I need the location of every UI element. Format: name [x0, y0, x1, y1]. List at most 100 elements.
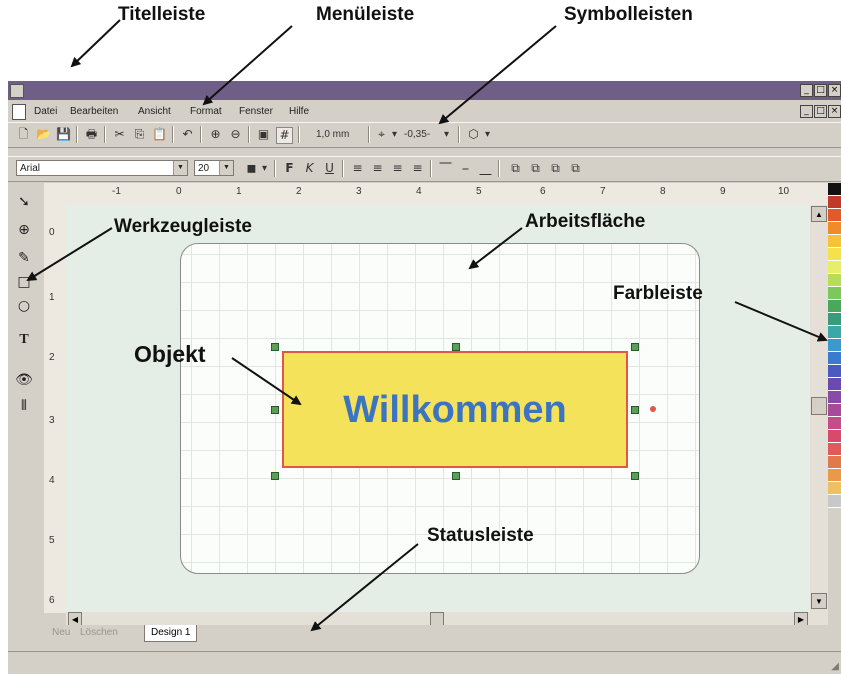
- color-swatch[interactable]: [828, 404, 841, 417]
- dropdown-arrow[interactable]: ▾: [262, 163, 267, 174]
- zoom-out-icon[interactable]: ⊖: [228, 127, 243, 142]
- color-swatch[interactable]: [828, 313, 841, 326]
- scroll-right-button[interactable]: ▶: [794, 612, 808, 626]
- title-bar[interactable]: _ □ ×: [8, 81, 841, 100]
- selection-handle[interactable]: [271, 343, 279, 351]
- color-swatch[interactable]: [828, 196, 841, 209]
- align-center-icon[interactable]: ≡: [370, 161, 385, 176]
- valign-middle-icon[interactable]: ⎯: [458, 161, 473, 176]
- align-left-icon[interactable]: ≡: [350, 161, 365, 176]
- menu-fenster[interactable]: Fenster: [239, 106, 273, 117]
- paste-icon[interactable]: 📋: [152, 127, 167, 142]
- align-right-icon[interactable]: ≡: [390, 161, 405, 176]
- dropdown-arrow[interactable]: ▾: [392, 129, 397, 140]
- bring-front-icon[interactable]: ⧉: [508, 161, 523, 176]
- color-swatch[interactable]: [828, 352, 841, 365]
- zoom-in-icon[interactable]: ⊕: [208, 127, 223, 142]
- valign-top-icon[interactable]: ⎺: [438, 161, 453, 176]
- selection-handle[interactable]: [271, 406, 279, 414]
- grid-icon[interactable]: #: [276, 127, 293, 144]
- selection-handle[interactable]: [631, 472, 639, 480]
- color-swatch[interactable]: [828, 482, 841, 495]
- copy-icon[interactable]: ⎘: [132, 127, 147, 142]
- color-swatch[interactable]: [828, 430, 841, 443]
- color-swatch[interactable]: [828, 443, 841, 456]
- dropdown-arrow[interactable]: ▾: [444, 129, 449, 140]
- justify-icon[interactable]: ≡: [410, 161, 425, 176]
- underline-button[interactable]: U: [322, 161, 337, 176]
- color-swatch[interactable]: [828, 378, 841, 391]
- resize-grip-icon[interactable]: ◢: [831, 661, 839, 672]
- color-swatch[interactable]: [828, 495, 841, 508]
- scroll-left-button[interactable]: ◀: [68, 612, 82, 626]
- send-back-icon[interactable]: ⧉: [528, 161, 543, 176]
- minimize-button[interactable]: _: [800, 84, 813, 97]
- color-swatch[interactable]: [828, 248, 841, 261]
- cut-icon[interactable]: ✂: [112, 127, 127, 142]
- color-swatch[interactable]: [828, 287, 841, 300]
- color-swatch[interactable]: [828, 261, 841, 274]
- open-icon[interactable]: 📂: [36, 127, 51, 142]
- zoom-tool-icon[interactable]: ⊕: [14, 221, 34, 239]
- selection-handle[interactable]: [631, 406, 639, 414]
- print-icon[interactable]: 🖶: [84, 127, 99, 142]
- eye-tool-icon[interactable]: 👁: [14, 371, 34, 389]
- barcode-tool-icon[interactable]: ⦀: [14, 397, 34, 415]
- new-icon[interactable]: 🗋: [16, 127, 31, 142]
- menu-hilfe[interactable]: Hilfe: [289, 106, 309, 117]
- line-style-icon[interactable]: ⌖: [374, 127, 389, 142]
- chevron-down-icon[interactable]: ▼: [173, 161, 187, 175]
- tab-neu[interactable]: Neu: [46, 625, 76, 641]
- dropdown-arrow[interactable]: ▾: [485, 129, 490, 140]
- valign-bottom-icon[interactable]: ⎽: [478, 161, 493, 176]
- selection-handle[interactable]: [452, 472, 460, 480]
- undo-icon[interactable]: ↶: [180, 127, 195, 142]
- fill-style-icon[interactable]: ⬡: [466, 127, 481, 142]
- color-swatch[interactable]: [828, 417, 841, 430]
- backward-icon[interactable]: ⧉: [568, 161, 583, 176]
- selection-handle[interactable]: [452, 343, 460, 351]
- scroll-up-button[interactable]: ▲: [811, 206, 827, 222]
- color-palette[interactable]: [828, 183, 841, 613]
- forward-icon[interactable]: ⧉: [548, 161, 563, 176]
- selection-handle[interactable]: [631, 343, 639, 351]
- ellipse-tool-icon[interactable]: ○: [14, 297, 34, 315]
- color-swatch[interactable]: [828, 339, 841, 352]
- offset-value[interactable]: -0,35-: [404, 129, 430, 140]
- color-swatch[interactable]: [828, 391, 841, 404]
- scroll-thumb[interactable]: [430, 612, 444, 626]
- text-color-icon[interactable]: ◼: [244, 161, 259, 176]
- color-swatch[interactable]: [828, 209, 841, 222]
- tab-design-1[interactable]: Design 1: [144, 625, 198, 642]
- color-swatch[interactable]: [828, 365, 841, 378]
- menu-ansicht[interactable]: Ansicht: [138, 106, 171, 117]
- maximize-button[interactable]: □: [814, 84, 827, 97]
- menu-datei[interactable]: Datei: [34, 106, 57, 117]
- line-width-value[interactable]: 1,0 mm: [316, 129, 349, 140]
- color-swatch[interactable]: [828, 469, 841, 482]
- rotation-handle[interactable]: [650, 406, 656, 412]
- rectangle-tool-icon[interactable]: □: [14, 273, 34, 291]
- tab-loeschen[interactable]: Löschen: [74, 625, 124, 641]
- page-view-icon[interactable]: ▣: [256, 127, 271, 142]
- color-swatch[interactable]: [828, 300, 841, 313]
- vertical-scrollbar[interactable]: ▲ ▼: [810, 205, 828, 625]
- color-swatch[interactable]: [828, 274, 841, 287]
- doc-restore-button[interactable]: □: [814, 105, 827, 118]
- color-swatch[interactable]: [828, 326, 841, 339]
- color-swatch[interactable]: [828, 183, 841, 196]
- menu-format[interactable]: Format: [190, 106, 222, 117]
- bold-button[interactable]: F: [282, 161, 297, 176]
- doc-minimize-button[interactable]: _: [800, 105, 813, 118]
- selection-handle[interactable]: [271, 472, 279, 480]
- text-tool-icon[interactable]: T: [14, 331, 34, 349]
- font-select[interactable]: Arial ▼: [16, 160, 188, 176]
- doc-close-button[interactable]: ×: [828, 105, 841, 118]
- save-icon[interactable]: 💾: [56, 127, 71, 142]
- pointer-tool-icon[interactable]: ➘: [14, 193, 34, 211]
- font-size-select[interactable]: 20 ▼: [194, 160, 234, 176]
- scroll-down-button[interactable]: ▼: [811, 593, 827, 609]
- pen-tool-icon[interactable]: ✎: [14, 249, 34, 267]
- italic-button[interactable]: K: [302, 161, 317, 176]
- color-swatch[interactable]: [828, 222, 841, 235]
